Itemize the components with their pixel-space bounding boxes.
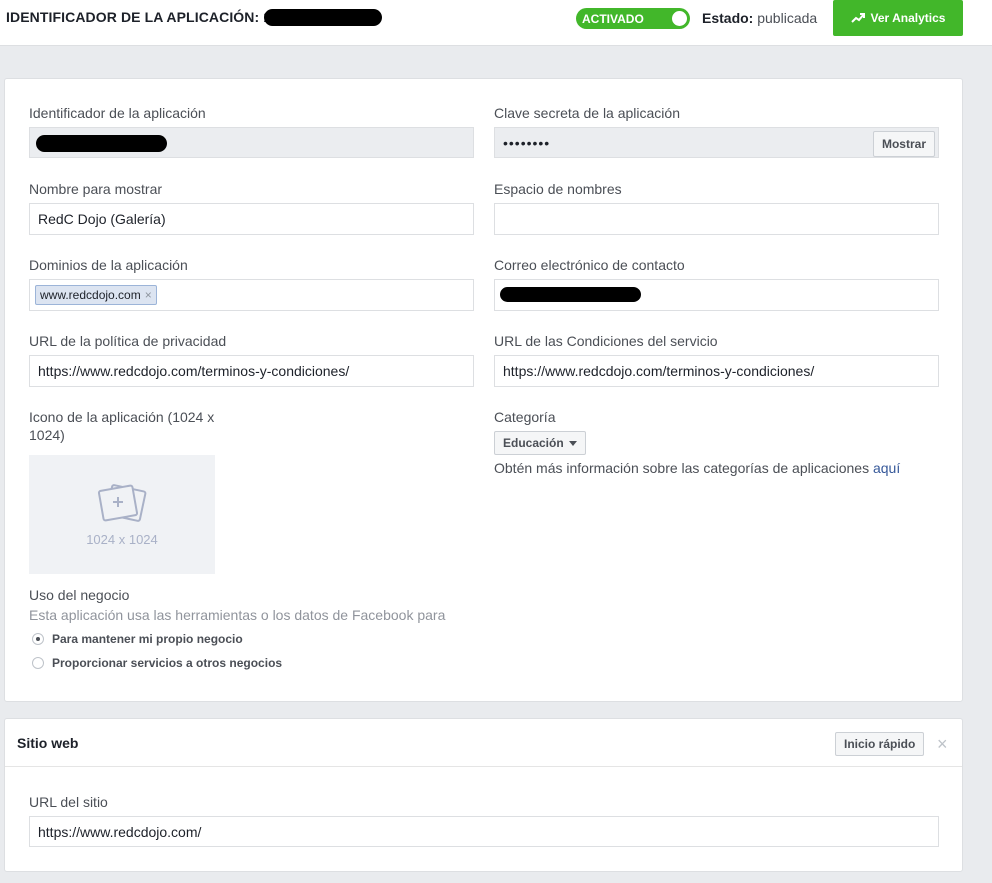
contact-email-input[interactable] bbox=[494, 279, 939, 311]
app-status: Estado: publicada bbox=[702, 10, 817, 26]
category-selected: Educación bbox=[503, 436, 564, 450]
terms-url-input[interactable]: https://www.redcdojo.com/terminos-y-cond… bbox=[494, 355, 939, 387]
business-use-label: Uso del negocio bbox=[29, 587, 130, 603]
view-analytics-button[interactable]: Ver Analytics bbox=[833, 0, 963, 36]
app-id-field[interactable] bbox=[29, 127, 474, 158]
app-id-header-label: IDENTIFICADOR DE LA APLICACIÓN: bbox=[6, 9, 260, 25]
privacy-url-label: URL de la política de privacidad bbox=[29, 333, 227, 349]
app-icon-upload[interactable]: 1024 x 1024 bbox=[29, 455, 215, 574]
toggle-knob bbox=[672, 11, 687, 26]
category-info: Obtén más información sobre las categorí… bbox=[494, 460, 900, 476]
namespace-label: Espacio de nombres bbox=[494, 181, 622, 197]
site-url-input[interactable]: https://www.redcdojo.com/ bbox=[29, 816, 939, 847]
display-name-label: Nombre para mostrar bbox=[29, 181, 163, 197]
status-value: publicada bbox=[757, 10, 818, 26]
app-secret-label: Clave secreta de la aplicación bbox=[494, 105, 680, 121]
business-use-option-others-label: Proporcionar servicios a otros negocios bbox=[52, 656, 283, 670]
namespace-input[interactable] bbox=[494, 203, 939, 235]
privacy-url-input[interactable]: https://www.redcdojo.com/terminos-y-cond… bbox=[29, 355, 474, 387]
app-active-toggle[interactable]: ACTIVADO bbox=[576, 8, 690, 29]
redacted-app-id-value bbox=[36, 135, 167, 152]
site-url-label: URL del sitio bbox=[29, 794, 108, 810]
display-name-input[interactable]: RedC Dojo (Galería) bbox=[29, 203, 474, 235]
app-secret-field[interactable]: •••••••• Mostrar bbox=[494, 127, 939, 158]
app-icon-label: Icono de la aplicación (1024 x 1024) bbox=[29, 408, 214, 444]
category-info-text: Obtén más información sobre las categorí… bbox=[494, 460, 873, 476]
category-info-link[interactable]: aquí bbox=[873, 460, 900, 476]
app-id-header: IDENTIFICADOR DE LA APLICACIÓN: 1 bbox=[6, 9, 271, 25]
terms-url-label: URL de las Condiciones del servicio bbox=[494, 333, 718, 349]
app-secret-value: •••••••• bbox=[503, 134, 551, 151]
app-domains-label: Dominios de la aplicación bbox=[29, 257, 188, 273]
category-label: Categoría bbox=[494, 409, 556, 425]
business-use-option-others[interactable]: Proporcionar servicios a otros negocios bbox=[32, 656, 282, 670]
radio-unchecked-icon[interactable] bbox=[32, 657, 44, 669]
app-domains-input[interactable]: www.redcdojo.com × bbox=[29, 279, 474, 311]
redacted-app-id bbox=[264, 9, 382, 26]
app-icon-dimensions: 1024 x 1024 bbox=[86, 532, 158, 547]
display-name-value: RedC Dojo (Galería) bbox=[38, 211, 166, 227]
quick-start-button[interactable]: Inicio rápido bbox=[835, 732, 925, 756]
app-id-label: Identificador de la aplicación bbox=[29, 105, 206, 121]
view-analytics-label: Ver Analytics bbox=[870, 11, 946, 25]
caret-down-icon bbox=[568, 440, 577, 446]
app-icon-label-line2: 1024) bbox=[29, 427, 65, 443]
website-card: Sitio web Inicio rápido × URL del sitio … bbox=[4, 718, 963, 872]
remove-domain-icon[interactable]: × bbox=[145, 288, 152, 302]
category-select[interactable]: Educación bbox=[494, 431, 586, 455]
domain-tag-text: www.redcdojo.com bbox=[40, 288, 141, 302]
toggle-label: ACTIVADO bbox=[582, 11, 644, 26]
trend-up-icon bbox=[850, 13, 865, 23]
website-title: Sitio web bbox=[17, 735, 79, 751]
status-label: Estado: bbox=[702, 10, 754, 26]
radio-checked-icon[interactable] bbox=[32, 633, 44, 645]
domain-tag: www.redcdojo.com × bbox=[35, 285, 157, 305]
website-card-header: Sitio web Inicio rápido × bbox=[5, 719, 962, 767]
business-use-option-own-label: Para mantener mi propio negocio bbox=[52, 632, 243, 646]
terms-url-value: https://www.redcdojo.com/terminos-y-cond… bbox=[503, 363, 815, 379]
business-use-description: Esta aplicación usa las herramientas o l… bbox=[29, 607, 446, 623]
close-icon[interactable]: × bbox=[937, 732, 948, 756]
site-url-value: https://www.redcdojo.com/ bbox=[38, 823, 202, 840]
top-bar: IDENTIFICADOR DE LA APLICACIÓN: 1 ACTIVA… bbox=[0, 0, 992, 46]
business-use-option-own[interactable]: Para mantener mi propio negocio bbox=[32, 632, 243, 646]
show-secret-button[interactable]: Mostrar bbox=[872, 131, 935, 157]
privacy-url-value: https://www.redcdojo.com/terminos-y-cond… bbox=[38, 363, 350, 379]
image-placeholder-icon bbox=[97, 484, 147, 522]
basic-settings-card: Identificador de la aplicación Clave sec… bbox=[4, 78, 963, 702]
contact-email-label: Correo electrónico de contacto bbox=[494, 257, 685, 273]
app-icon-label-line1: Icono de la aplicación (1024 x bbox=[29, 409, 215, 425]
redacted-contact-email bbox=[500, 287, 641, 302]
